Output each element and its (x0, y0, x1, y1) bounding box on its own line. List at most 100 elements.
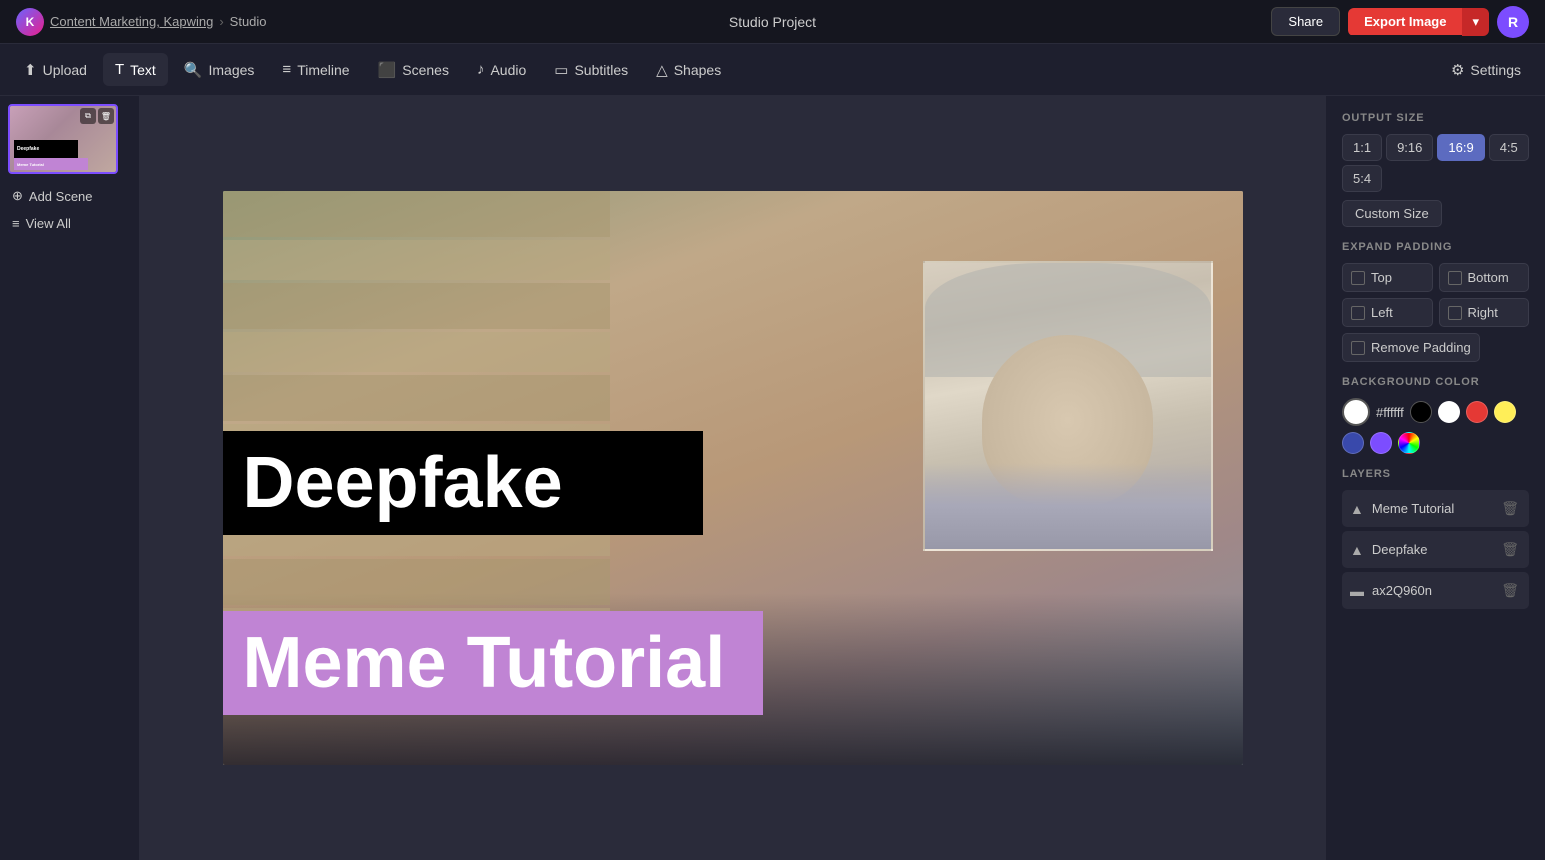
expand-left-button[interactable]: Left (1342, 298, 1433, 327)
export-dropdown-button[interactable]: ▾ (1462, 8, 1489, 36)
output-size-title: OUTPUT SIZE (1342, 112, 1529, 124)
pip-face (925, 263, 1211, 549)
export-button[interactable]: Export Image (1348, 8, 1462, 35)
shapes-icon: △ (656, 61, 668, 79)
toolbar-images[interactable]: 🔍 Images (172, 53, 267, 87)
swatch-yellow[interactable] (1494, 401, 1516, 423)
swatch-white[interactable] (1438, 401, 1460, 423)
user-avatar[interactable]: R (1497, 6, 1529, 38)
layers-title: LAYERS (1342, 468, 1529, 480)
toolbar-upload[interactable]: ⬆ Upload (12, 53, 99, 87)
size-btn-5-4[interactable]: 5:4 (1342, 165, 1382, 192)
remove-padding-label: Remove Padding (1371, 340, 1471, 355)
scene-thumbnail-1[interactable]: Deepfake Meme Tutorial ⧉ 🗑 (8, 104, 118, 174)
layer-text-icon-2: ▲ (1350, 542, 1364, 558)
add-scene-button[interactable]: ⊕ Add Scene (8, 182, 131, 210)
export-button-group: Export Image ▾ (1348, 8, 1489, 36)
toolbar-audio-label: Audio (490, 62, 526, 78)
thumb-icons: ⧉ 🗑 (80, 108, 114, 124)
add-scene-icon: ⊕ (12, 188, 23, 204)
layer-image-delete[interactable]: 🗑 (1499, 580, 1521, 601)
project-title: Studio Project (729, 14, 816, 30)
thumb-delete-icon[interactable]: 🗑 (98, 108, 114, 124)
thumb-duplicate-icon[interactable]: ⧉ (80, 108, 96, 124)
toolbar-subtitles[interactable]: ▭ Subtitles (542, 53, 640, 87)
left-sidebar: Deepfake Meme Tutorial ⧉ 🗑 ⊕ Add Scene ≡… (0, 96, 140, 860)
toolbar-shapes-label: Shapes (674, 62, 721, 78)
toolbar-timeline[interactable]: ≡ Timeline (270, 53, 361, 86)
images-icon: 🔍 (184, 61, 203, 79)
subtitles-icon: ▭ (554, 61, 568, 79)
remove-padding-button[interactable]: Remove Padding (1342, 333, 1480, 362)
layer-meme-tutorial[interactable]: ▲ Meme Tutorial 🗑 (1342, 490, 1529, 527)
breadcrumb-link[interactable]: Content Marketing, Kapwing (50, 14, 213, 29)
settings-icon: ⚙ (1451, 61, 1464, 79)
toolbar-audio[interactable]: ♪ Audio (465, 53, 538, 86)
app-logo: K (16, 8, 44, 36)
breadcrumb: Content Marketing, Kapwing (50, 14, 213, 29)
meme-tutorial-text: Meme Tutorial (243, 623, 726, 703)
breadcrumb-studio: Studio (230, 14, 267, 29)
toolbar-text-label: Text (130, 62, 156, 78)
bottom-label: Bottom (1468, 270, 1509, 285)
size-btn-4-5[interactable]: 4:5 (1489, 134, 1529, 161)
toolbar-scenes-label: Scenes (402, 62, 449, 78)
layer-image[interactable]: ▬ ax2Q960n 🗑 (1342, 572, 1529, 609)
expand-top-button[interactable]: Top (1342, 263, 1433, 292)
canvas-wrapper: Deepfake Meme Tutorial (223, 191, 1243, 765)
top-checkbox (1351, 271, 1365, 285)
expand-bottom-button[interactable]: Bottom (1439, 263, 1530, 292)
view-all-button[interactable]: ≡ View All (8, 210, 131, 237)
breadcrumb-separator: › (219, 14, 223, 29)
view-all-label: View All (26, 216, 71, 231)
bottom-checkbox (1448, 271, 1462, 285)
toolbar-shapes[interactable]: △ Shapes (644, 53, 733, 87)
layer-deepfake[interactable]: ▲ Deepfake 🗑 (1342, 531, 1529, 568)
deepfake-text-overlay[interactable]: Deepfake (223, 431, 703, 535)
layer-image-label: ax2Q960n (1372, 583, 1491, 598)
right-checkbox (1448, 306, 1462, 320)
breadcrumb-area: K Content Marketing, Kapwing › Studio (16, 8, 1271, 36)
toolbar-settings[interactable]: ⚙ Settings (1439, 53, 1533, 87)
pip-video[interactable] (923, 261, 1213, 551)
custom-size-button[interactable]: Custom Size (1342, 200, 1442, 227)
size-btn-16-9[interactable]: 16:9 (1437, 134, 1484, 161)
timeline-icon: ≡ (282, 61, 291, 78)
swatch-purple[interactable] (1370, 432, 1392, 454)
toolbar-subtitles-label: Subtitles (574, 62, 628, 78)
toolbar-text[interactable]: T Text (103, 53, 168, 86)
size-btn-1-1[interactable]: 1:1 (1342, 134, 1382, 161)
layer-deepfake-delete[interactable]: 🗑 (1499, 539, 1521, 560)
share-button[interactable]: Share (1271, 7, 1340, 36)
toolbar-settings-label: Settings (1470, 62, 1521, 78)
upload-icon: ⬆ (24, 61, 37, 79)
top-nav-actions: Share Export Image ▾ R (1271, 6, 1529, 38)
bg-color-section: BACKGROUND COLOR #ffffff (1342, 376, 1529, 454)
toolbar-scenes[interactable]: ⬛ Scenes (366, 53, 461, 87)
color-hex-value[interactable]: #ffffff (1376, 405, 1404, 420)
layer-text-icon-1: ▲ (1350, 501, 1364, 517)
swatch-black[interactable] (1410, 401, 1432, 423)
canvas[interactable]: Deepfake Meme Tutorial (223, 191, 1243, 765)
swatch-blue[interactable] (1342, 432, 1364, 454)
text-icon: T (115, 61, 124, 78)
expand-padding-grid: Top Bottom Left Right (1342, 263, 1529, 327)
layer-meme-tutorial-label: Meme Tutorial (1372, 501, 1491, 516)
swatch-rainbow[interactable] (1398, 432, 1420, 454)
swatch-red[interactable] (1466, 401, 1488, 423)
layer-meme-tutorial-delete[interactable]: 🗑 (1499, 498, 1521, 519)
main-video: Deepfake Meme Tutorial (223, 191, 1243, 765)
canvas-area: Deepfake Meme Tutorial (140, 96, 1325, 860)
expand-right-button[interactable]: Right (1439, 298, 1530, 327)
top-label: Top (1371, 270, 1392, 285)
color-preview[interactable] (1342, 398, 1370, 426)
scenes-icon: ⬛ (378, 61, 397, 79)
audio-icon: ♪ (477, 61, 485, 78)
toolbar-upload-label: Upload (43, 62, 87, 78)
layer-image-icon: ▬ (1350, 583, 1364, 599)
top-nav: K Content Marketing, Kapwing › Studio St… (0, 0, 1545, 44)
left-label: Left (1371, 305, 1393, 320)
size-btn-9-16[interactable]: 9:16 (1386, 134, 1433, 161)
expand-padding-title: EXPAND PADDING (1342, 241, 1529, 253)
meme-tutorial-text-overlay[interactable]: Meme Tutorial (223, 611, 763, 715)
